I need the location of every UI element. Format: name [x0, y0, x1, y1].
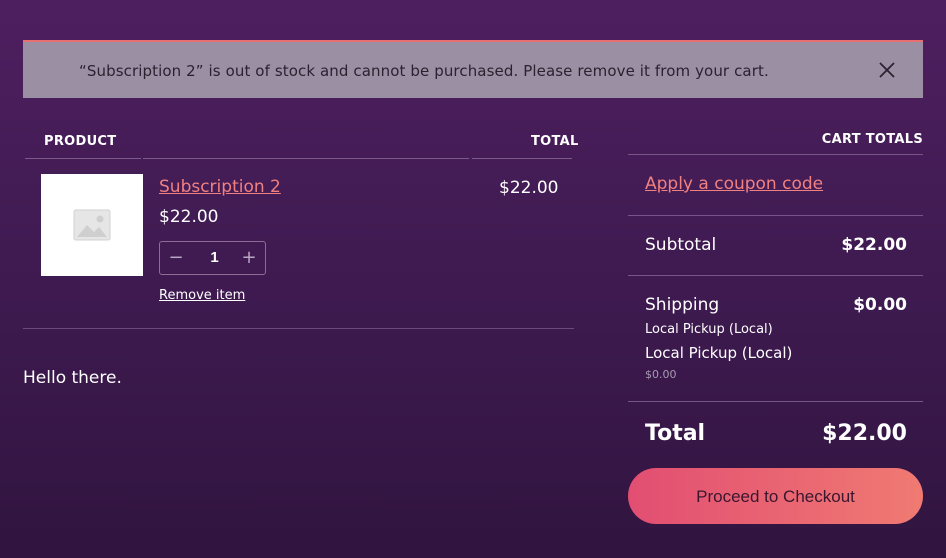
shipping-method: Local Pickup (Local) [645, 322, 773, 337]
subtotal-value: $22.00 [841, 235, 907, 255]
shipping-value: $0.00 [853, 295, 907, 315]
content-message: Hello there. [23, 368, 122, 388]
total-label: Total [645, 421, 706, 446]
divider [628, 154, 923, 155]
image-placeholder-icon [73, 209, 111, 241]
line-total: $22.00 [499, 178, 559, 198]
product-name-link[interactable]: Subscription 2 [159, 177, 281, 197]
divider [628, 401, 923, 402]
quantity-input[interactable] [194, 248, 235, 267]
total-value: $22.00 [822, 421, 907, 446]
notice-message: “Subscription 2” is out of stock and can… [79, 62, 769, 80]
quantity-decrease-button[interactable]: − [164, 247, 188, 269]
cart-totals-heading: CART TOTALS [821, 132, 923, 147]
column-header-total: TOTAL [531, 134, 579, 149]
out-of-stock-notice: “Subscription 2” is out of stock and can… [23, 40, 923, 98]
close-icon[interactable] [877, 60, 897, 80]
divider [628, 275, 923, 276]
header-divider [143, 158, 469, 159]
remove-item-link[interactable]: Remove item [159, 288, 245, 303]
row-divider [23, 328, 574, 329]
shipping-option-label[interactable]: Local Pickup (Local) [645, 344, 792, 362]
product-price: $22.00 [159, 207, 219, 227]
divider [628, 215, 923, 216]
header-divider [472, 158, 572, 159]
quantity-stepper: − + [159, 241, 266, 275]
apply-coupon-link[interactable]: Apply a coupon code [645, 174, 823, 194]
proceed-to-checkout-button[interactable]: Proceed to Checkout [628, 468, 923, 524]
subtotal-label: Subtotal [645, 235, 717, 255]
quantity-increase-button[interactable]: + [237, 247, 261, 269]
product-thumbnail[interactable] [41, 174, 143, 276]
header-divider [25, 158, 141, 159]
shipping-option-price: $0.00 [645, 368, 677, 381]
column-header-product: PRODUCT [44, 134, 117, 149]
shipping-label: Shipping [645, 295, 720, 315]
